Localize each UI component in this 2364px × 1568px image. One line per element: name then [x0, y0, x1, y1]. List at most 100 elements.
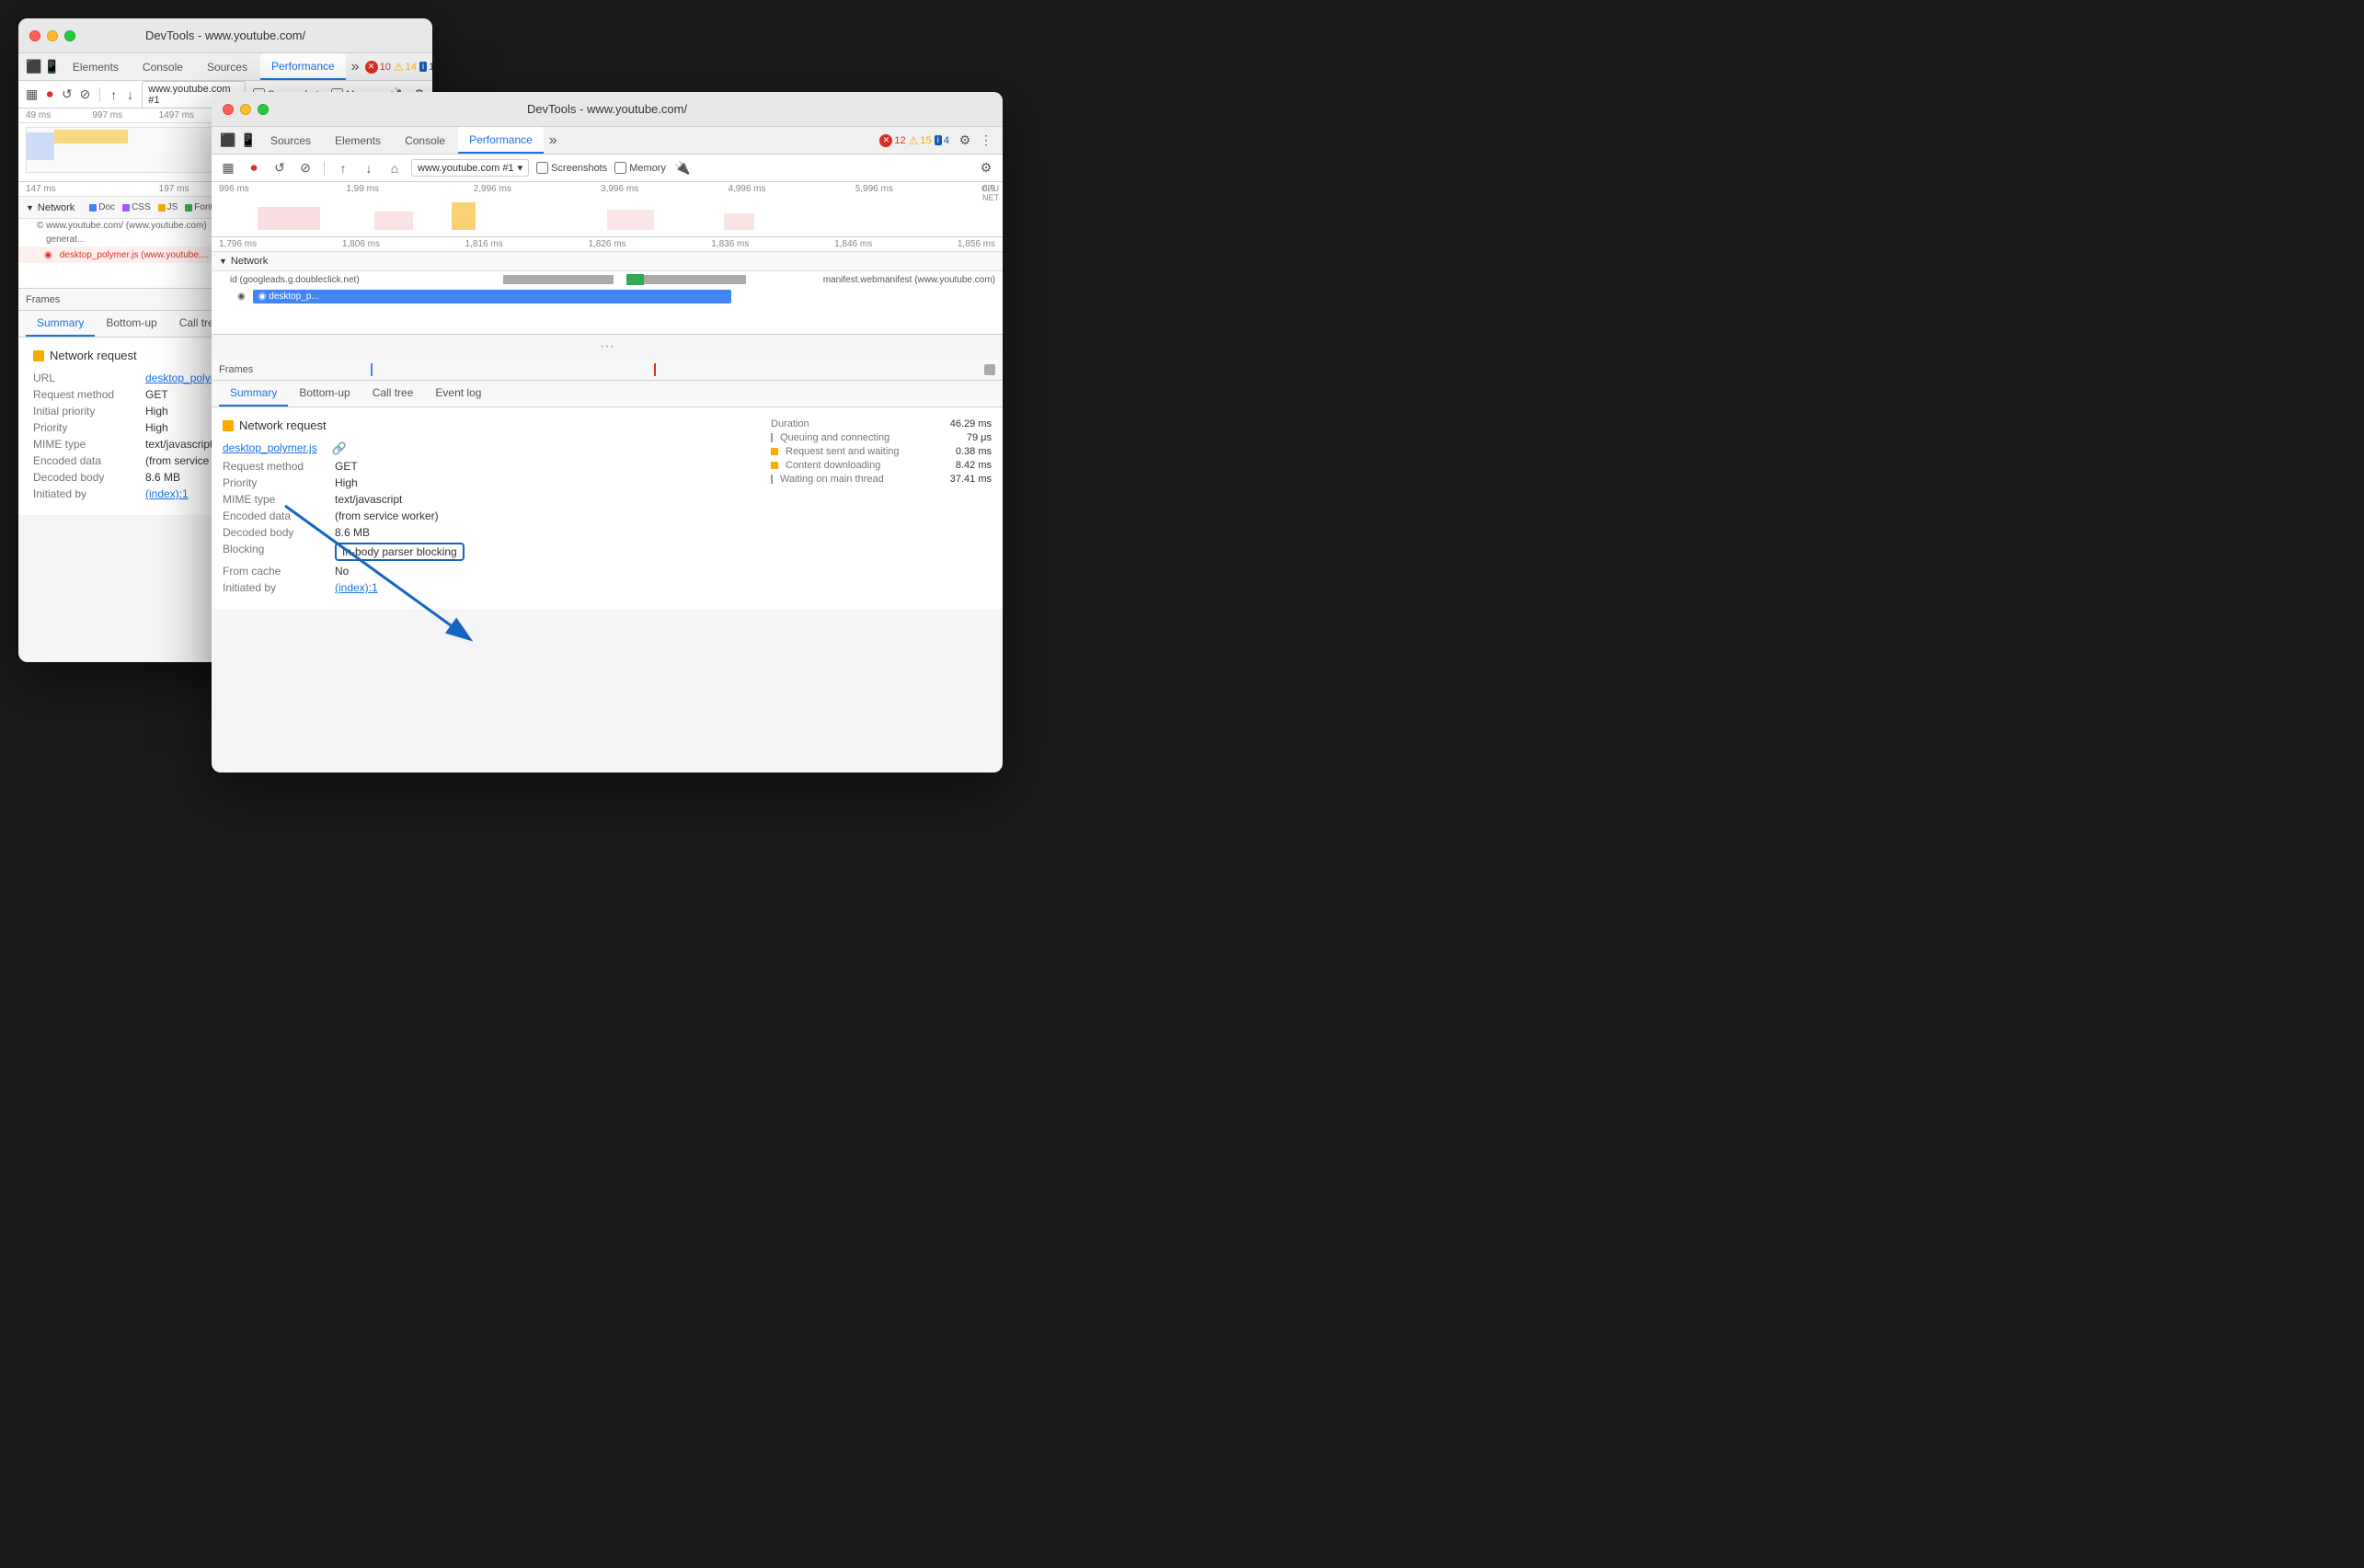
info-icon-1: i — [419, 62, 427, 72]
ind-request — [771, 448, 778, 455]
yellow-icon-1 — [33, 350, 44, 361]
initiated-value-1[interactable]: (index):1 — [145, 487, 189, 500]
frame-marker-1 — [371, 363, 373, 376]
settings2-icon-2[interactable]: ⚙ — [977, 159, 995, 177]
memory-checkbox-2[interactable]: Memory — [614, 162, 666, 174]
legend-doc: Doc — [98, 202, 115, 212]
cpu-bar-5 — [724, 213, 755, 230]
screenshots-checkbox-2[interactable]: Screenshots — [536, 162, 607, 174]
content-dl-value: 8.42 ms — [936, 460, 992, 471]
upload-icon-2[interactable]: ↑ — [334, 159, 352, 177]
screenshots-check-2[interactable] — [536, 162, 548, 174]
duration-label: Duration — [771, 418, 809, 429]
request-sent-value: 0.38 ms — [936, 446, 992, 457]
tab-performance-1[interactable]: Performance — [260, 53, 346, 80]
mime-value-1: text/javascript — [145, 438, 212, 451]
frames-timeline-2 — [264, 363, 973, 376]
tab-console-1[interactable]: Console — [132, 53, 194, 80]
info-initiated-2: Initiated by (index):1 — [223, 581, 752, 594]
title-bar-2: DevTools - www.youtube.com/ — [212, 92, 1003, 127]
ind-queuing — [771, 433, 773, 442]
scroll-handle-2[interactable] — [984, 364, 995, 375]
reload-icon-2[interactable]: ↺ — [270, 159, 289, 177]
device-icon-2[interactable]: 📱 — [239, 132, 258, 150]
tab-more-2[interactable]: » — [545, 132, 561, 149]
tab-summary-2[interactable]: Summary — [219, 381, 288, 406]
ruler-b-3: 1,826 ms — [588, 239, 711, 249]
priority-value-2: High — [335, 476, 358, 489]
initiated-label-1: Initiated by — [33, 487, 134, 500]
minimize-button-2[interactable] — [240, 104, 251, 115]
from-cache-value-2: No — [335, 565, 349, 578]
encoded-value-2: (from service worker) — [335, 509, 439, 522]
decoded-label-1: Decoded body — [33, 471, 134, 484]
url-box-2[interactable]: www.youtube.com #1 ▾ — [411, 159, 529, 177]
close-button-2[interactable] — [223, 104, 234, 115]
collapse-icon-1[interactable]: ▼ — [26, 203, 34, 212]
settings-icon-2[interactable]: ⚙ — [956, 132, 974, 150]
info-icon-2: i — [935, 135, 942, 145]
legend-css: CSS — [132, 202, 151, 212]
minimize-button-1[interactable] — [47, 30, 58, 41]
tab-bottomup-1[interactable]: Bottom-up — [95, 311, 167, 337]
close-button-1[interactable] — [29, 30, 40, 41]
tab-bottomup-2[interactable]: Bottom-up — [288, 381, 361, 406]
tab-calltree-2[interactable]: Call tree — [361, 381, 425, 406]
warning-icon-1: ⚠ — [394, 61, 404, 74]
content-area-2: Network request desktop_polymer.js 🔗 Req… — [212, 407, 1003, 609]
panel-icon-2[interactable]: ▦ — [219, 159, 237, 177]
inspect-icon-2[interactable]: ⬛ — [219, 132, 237, 150]
info-blocking-2: Blocking In-body parser blocking — [223, 543, 752, 561]
warning-icon-2: ⚠ — [909, 134, 919, 147]
panel-icon-1[interactable]: ▦ — [26, 86, 38, 104]
upload-icon-1[interactable]: ↑ — [109, 86, 119, 104]
ruler-t-3: 3,996 ms — [601, 184, 728, 194]
timeline-overview-2[interactable]: 996 ms 1,99 ms 2,996 ms 3,996 ms 4,996 m… — [212, 182, 1003, 237]
tab-more-1[interactable]: » — [348, 59, 363, 75]
ruler-t-2: 2,996 ms — [474, 184, 601, 194]
more-icon-2[interactable]: ⋮ — [977, 132, 995, 150]
download-icon-1[interactable]: ↓ — [126, 86, 135, 104]
download-icon-2[interactable]: ↓ — [360, 159, 378, 177]
request-sent-label: Request sent and waiting — [771, 446, 900, 457]
info-priority-2: Priority High — [223, 476, 752, 489]
ruler-mark-1: 997 ms — [92, 110, 158, 120]
net-row-2-3-icon: ◉ — [237, 292, 246, 302]
home-icon-2[interactable]: ⌂ — [385, 159, 404, 177]
record-icon-2[interactable]: ⏺ — [245, 159, 263, 177]
record-icon-1[interactable]: ⏺ — [45, 86, 54, 104]
ruler-row-bottom-2: 1,796 ms 1,806 ms 1,816 ms 1,826 ms 1,83… — [212, 237, 1003, 252]
method-label-1: Request method — [33, 388, 134, 401]
maximize-button-2[interactable] — [258, 104, 269, 115]
tab-sources-2[interactable]: Sources — [259, 127, 322, 154]
tab-eventlog-2[interactable]: Event log — [424, 381, 492, 406]
tab-performance-2[interactable]: Performance — [458, 127, 544, 154]
cancel-icon-2[interactable]: ⊘ — [296, 159, 315, 177]
ruler-t-1: 1,99 ms — [346, 184, 473, 194]
inspect-icon[interactable]: ⬛ — [26, 58, 41, 76]
tab-sources-1[interactable]: Sources — [196, 53, 258, 80]
tab-elements-1[interactable]: Elements — [62, 53, 130, 80]
tab-elements-2[interactable]: Elements — [324, 127, 392, 154]
ruler-b-0: 1,796 ms — [219, 239, 342, 249]
from-cache-label-2: From cache — [223, 565, 324, 578]
collapse-icon-2[interactable]: ▼ — [219, 257, 227, 266]
network-row-2-label: generat... — [46, 235, 85, 245]
maximize-button-1[interactable] — [64, 30, 75, 41]
initiated-value-2[interactable]: (index):1 — [335, 581, 378, 594]
url-value-2[interactable]: desktop_polymer.js — [223, 441, 317, 456]
tab-console-2[interactable]: Console — [394, 127, 456, 154]
method-label-2: Request method — [223, 460, 324, 473]
error-badges-1: ✕ 10 ⚠ 14 i 10 ⚙ ⋮ — [365, 58, 432, 76]
frames-label-2: Frames — [219, 364, 253, 375]
reload-icon-1[interactable]: ↺ — [62, 86, 73, 104]
net-row-2-3-selected[interactable]: ◉ ◉ desktop_p... — [212, 288, 1003, 305]
tab-summary-1[interactable]: Summary — [26, 311, 95, 337]
encoded-label-1: Encoded data — [33, 454, 134, 467]
cancel-icon-1[interactable]: ⊘ — [80, 86, 91, 104]
network-icon-2[interactable]: 🔌 — [673, 159, 692, 177]
device-icon[interactable]: 📱 — [43, 58, 59, 76]
memory-check-2[interactable] — [614, 162, 626, 174]
section-title-2: Network request — [223, 418, 752, 432]
external-link-icon-2[interactable]: 🔗 — [332, 441, 347, 456]
